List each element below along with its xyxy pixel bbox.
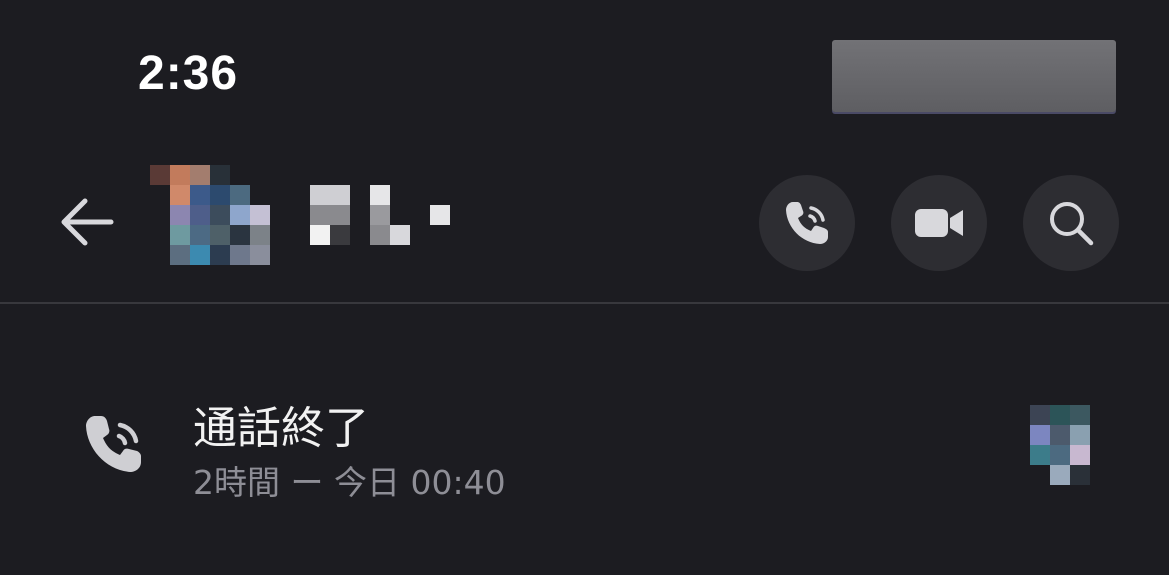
back-button[interactable]	[54, 190, 118, 254]
contact-name-pixelated	[310, 185, 450, 245]
search-icon	[1050, 202, 1094, 246]
call-duration-time: 2時間 ー 今日 00:40	[193, 463, 506, 502]
arrow-left-icon	[61, 198, 114, 246]
video-camera-icon	[915, 209, 963, 237]
avatar[interactable]	[150, 165, 270, 265]
voice-call-button[interactable]	[759, 175, 855, 271]
phone-icon	[86, 416, 141, 472]
status-redacted-block	[832, 40, 1116, 112]
video-call-button[interactable]	[891, 175, 987, 271]
status-time: 2:36	[138, 47, 239, 100]
search-button[interactable]	[1023, 175, 1119, 271]
phone-icon	[786, 202, 828, 244]
header-divider	[0, 302, 1169, 304]
call-status-title: 通話終了	[193, 403, 369, 454]
caller-avatar-small	[1030, 405, 1090, 485]
